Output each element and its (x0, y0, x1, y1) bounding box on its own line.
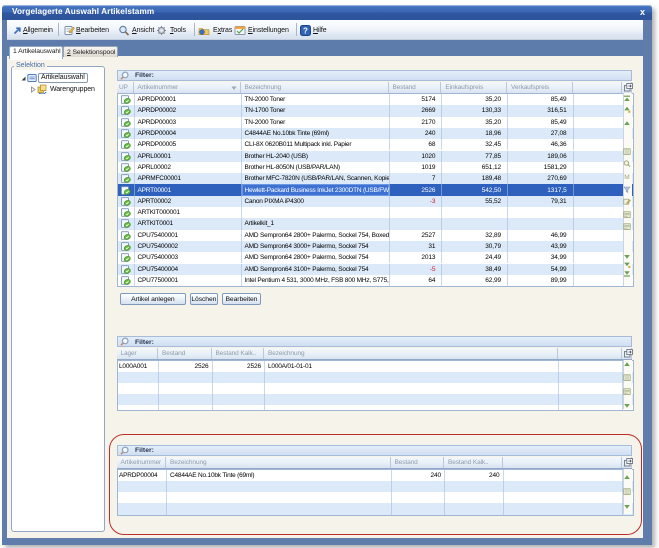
svg-text:?: ? (303, 26, 308, 35)
svg-text:M: M (625, 174, 630, 180)
